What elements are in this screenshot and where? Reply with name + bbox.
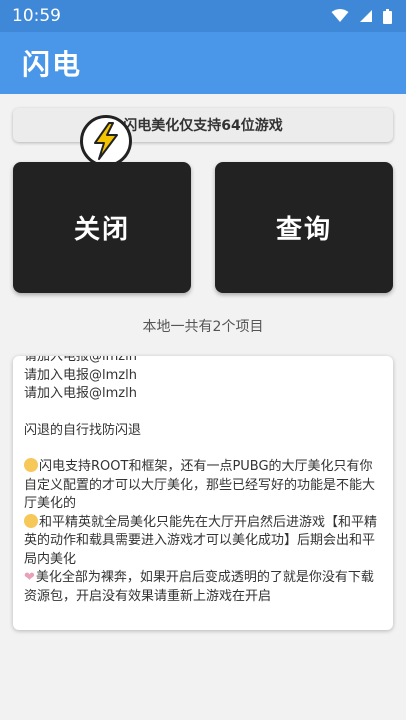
status-bar: 10:59 xyxy=(0,0,406,32)
query-button-label: 查询 xyxy=(275,215,332,245)
smile-face-emoji-icon xyxy=(24,513,38,528)
query-button[interactable]: 查询 xyxy=(215,162,393,293)
transparent-paragraph: ❤美化全部为裸奔，如果开启后变成透明的了就是你没有下载资源包，开启没有效果请重新… xyxy=(24,569,384,606)
close-button-label: 关闭 xyxy=(73,215,130,245)
support-paragraph: 闪电支持ROOT和框架，还有一点PUBG的大厅美化只有你自定义配置的才可以大厅美… xyxy=(24,458,384,514)
notice-text: 闪电美化仅支持64位游戏 xyxy=(123,118,283,134)
join-telegram-line: 请加入电报@lmzlh xyxy=(24,367,137,383)
heart-emoji-icon: ❤ xyxy=(24,570,35,585)
peace-elite-paragraph-text: 和平精英就全局美化只能先在大厅开启然后进游戏【和平精英的动作和载具需要进入游戏才… xyxy=(24,514,378,567)
join-telegram-line: 请加入电报@lmzlh xyxy=(24,356,137,364)
status-icons xyxy=(331,8,392,24)
signal-icon xyxy=(360,10,372,22)
flash-exit-note: 闪退的自行找防闪退 xyxy=(24,422,142,438)
info-panel-content: 请加入电报@lmzlh 请加入电报@lmzlh 请加入电报@lmzlh 闪退的自… xyxy=(24,356,384,606)
sad-face-emoji-icon xyxy=(24,458,38,472)
app-bar: 闪电 xyxy=(0,32,406,94)
battery-icon xyxy=(383,8,392,24)
notice-banner: 闪电美化仅支持64位游戏 xyxy=(13,108,393,142)
lightning-logo-icon xyxy=(80,115,132,167)
info-panel[interactable]: 请加入电报@lmzlh 请加入电报@lmzlh 请加入电报@lmzlh 闪退的自… xyxy=(13,356,393,630)
wifi-icon xyxy=(331,9,349,22)
support-paragraph-text: 闪电支持ROOT和框架，还有一点PUBG的大厅美化只有你自定义配置的才可以大厅美… xyxy=(24,459,376,511)
peace-elite-paragraph: 和平精英就全局美化只能先在大厅开启然后进游戏【和平精英的动作和载具需要进入游戏才… xyxy=(24,513,384,570)
close-button[interactable]: 关闭 xyxy=(13,162,191,293)
join-telegram-line: 请加入电报@lmzlh xyxy=(24,386,137,401)
transparent-paragraph-text: 美化全部为裸奔，如果开启后变成透明的了就是你没有下载资源包，开启没有效果请重新上… xyxy=(24,570,374,604)
bottom-nav-edge xyxy=(0,705,406,720)
status-time: 10:59 xyxy=(12,6,61,26)
project-count: 本地一共有2个项目 xyxy=(142,319,264,335)
app-title: 闪电 xyxy=(22,48,83,81)
